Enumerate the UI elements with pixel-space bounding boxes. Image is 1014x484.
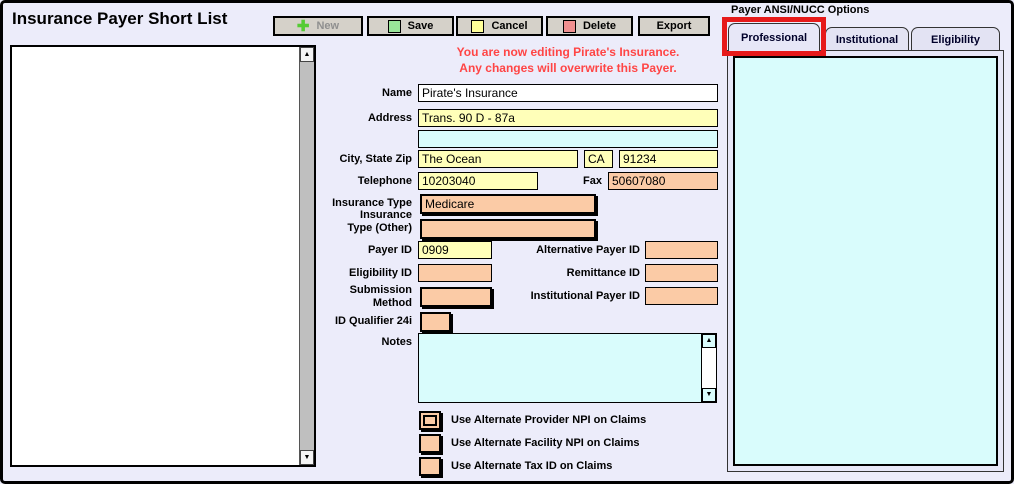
- payer-list-scrollbar[interactable]: ▲ ▼: [299, 47, 314, 465]
- use-alternate-facility-npi-label: Use Alternate Facility NPI on Claims: [451, 437, 639, 449]
- notes-area: ▲ ▼: [418, 333, 717, 403]
- cancel-swatch-icon: [471, 20, 484, 33]
- delete-button[interactable]: Delete: [546, 16, 633, 36]
- city-input[interactable]: [418, 150, 578, 168]
- use-alternate-provider-npi-checkbox[interactable]: [419, 411, 441, 430]
- export-button[interactable]: Export: [638, 16, 710, 36]
- ansi-options-title: Payer ANSI/NUCC Options: [731, 4, 869, 16]
- scroll-down-icon[interactable]: ▼: [300, 450, 314, 465]
- new-button[interactable]: ✚ New: [273, 16, 363, 36]
- tab-institutional[interactable]: Institutional: [825, 27, 909, 51]
- tab-eligibility-label: Eligibility: [931, 34, 980, 46]
- eligibility-id-label: Eligibility ID: [300, 267, 412, 279]
- insurance-type-other-label-line2: Type (Other): [300, 222, 412, 234]
- export-button-label: Export: [657, 20, 692, 32]
- fax-input[interactable]: [608, 172, 718, 190]
- id-qualifier-24i-label: ID Qualifier 24i: [300, 315, 412, 327]
- telephone-input[interactable]: [418, 172, 538, 190]
- edit-warning-line1: You are now editing Pirate's Insurance.: [408, 45, 728, 59]
- delete-button-label: Delete: [583, 20, 616, 32]
- institutional-payer-id-label: Institutional Payer ID: [488, 290, 640, 302]
- notes-scrollbar[interactable]: ▲ ▼: [701, 334, 716, 402]
- submission-method-label-line1: Submission: [300, 284, 412, 296]
- insurance-type-other-label-line1: Insurance: [300, 209, 412, 221]
- address2-input[interactable]: [418, 130, 718, 148]
- address-input[interactable]: [418, 109, 718, 127]
- plus-icon: ✚: [297, 20, 310, 33]
- submission-method-combo[interactable]: [420, 287, 492, 307]
- ansi-tab-panel: [727, 50, 1004, 472]
- telephone-label: Telephone: [300, 175, 412, 187]
- fax-label: Fax: [540, 175, 602, 187]
- id-qualifier-24i-combo[interactable]: [420, 312, 451, 332]
- payer-short-list[interactable]: ▲ ▼: [10, 45, 316, 467]
- notes-scroll-down-icon[interactable]: ▼: [702, 388, 716, 402]
- cancel-button-label: Cancel: [491, 20, 527, 32]
- notes-label: Notes: [300, 336, 412, 348]
- eligibility-id-input[interactable]: [418, 264, 492, 282]
- name-label: Name: [300, 87, 412, 99]
- cancel-button[interactable]: Cancel: [456, 16, 543, 36]
- new-button-label: New: [316, 20, 339, 32]
- notes-scroll-up-icon[interactable]: ▲: [702, 334, 716, 348]
- edit-warning-line2: Any changes will overwrite this Payer.: [408, 61, 728, 75]
- alternative-payer-id-input[interactable]: [645, 241, 718, 259]
- payer-id-label: Payer ID: [300, 244, 412, 256]
- use-alternate-tax-id-label: Use Alternate Tax ID on Claims: [451, 460, 612, 472]
- page-title: Insurance Payer Short List: [12, 9, 227, 29]
- tab-eligibility[interactable]: Eligibility: [911, 27, 1000, 51]
- use-alternate-facility-npi-checkbox[interactable]: [419, 434, 441, 453]
- professional-tab-content: [733, 56, 998, 466]
- insurance-type-other-combo[interactable]: [420, 219, 596, 239]
- tab-institutional-label: Institutional: [836, 34, 898, 46]
- insurance-type-label: Insurance Type: [300, 197, 412, 209]
- state-input[interactable]: [584, 150, 613, 168]
- submission-method-label-line2: Method: [300, 297, 412, 309]
- delete-swatch-icon: [563, 20, 576, 33]
- alternative-payer-id-label: Alternative Payer ID: [488, 244, 640, 256]
- zip-input[interactable]: [619, 150, 718, 168]
- tab-professional[interactable]: Professional: [728, 23, 820, 51]
- save-swatch-icon: [388, 20, 401, 33]
- scroll-up-icon[interactable]: ▲: [300, 47, 314, 62]
- use-alternate-tax-id-checkbox[interactable]: [419, 457, 441, 476]
- save-button[interactable]: Save: [367, 16, 454, 36]
- name-input[interactable]: [418, 84, 718, 102]
- notes-textarea[interactable]: [419, 334, 701, 402]
- use-alternate-provider-npi-label: Use Alternate Provider NPI on Claims: [451, 414, 646, 426]
- insurance-type-combo[interactable]: [420, 194, 596, 214]
- city-state-zip-label: City, State Zip: [300, 153, 412, 165]
- address-label: Address: [300, 112, 412, 124]
- payer-id-input[interactable]: [418, 241, 492, 259]
- remittance-id-input[interactable]: [645, 264, 718, 282]
- institutional-payer-id-input[interactable]: [645, 287, 718, 305]
- save-button-label: Save: [408, 20, 434, 32]
- tab-professional-label: Professional: [741, 32, 807, 44]
- remittance-id-label: Remittance ID: [488, 267, 640, 279]
